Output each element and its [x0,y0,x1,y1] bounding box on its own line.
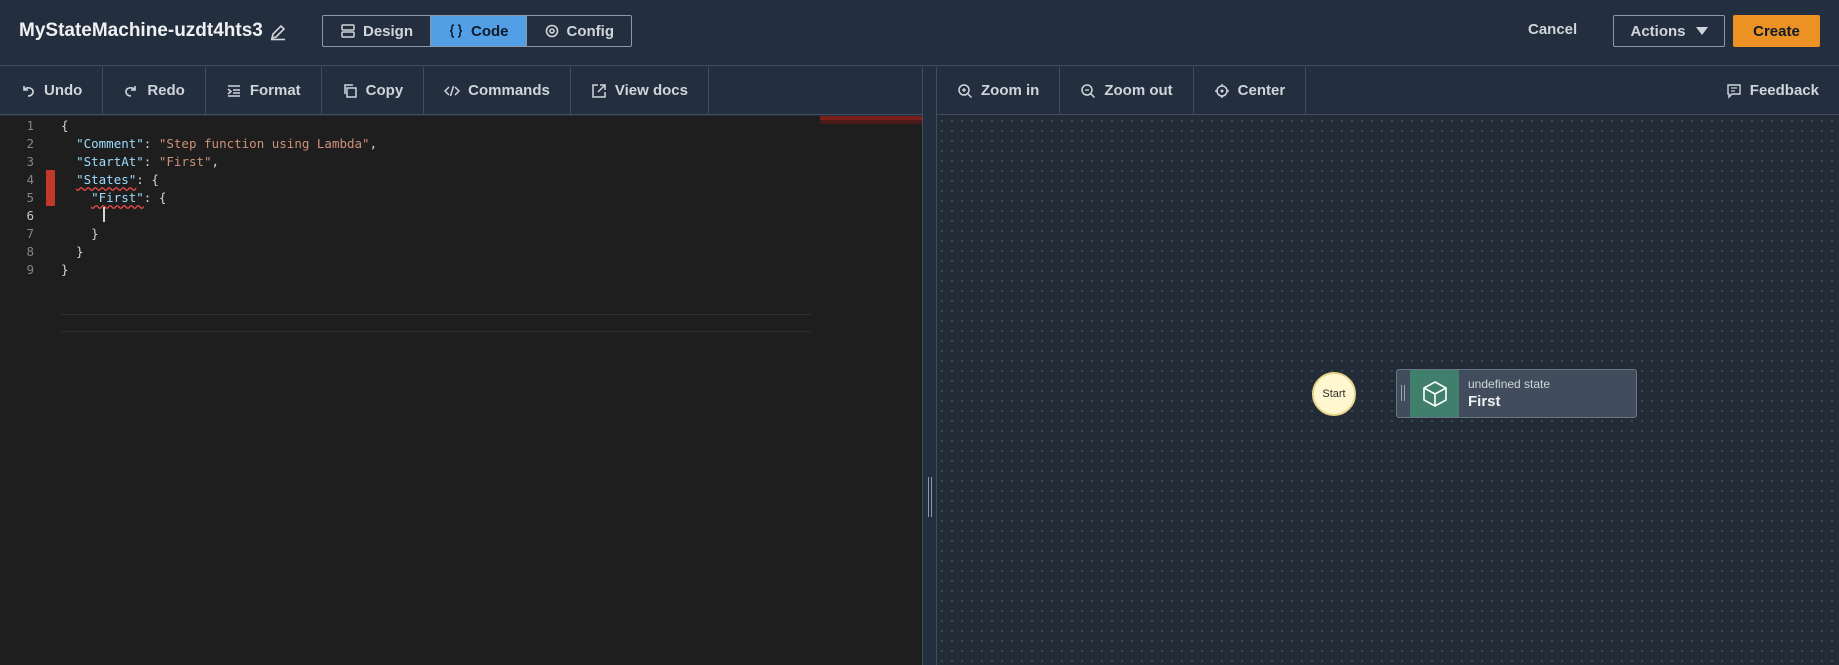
tab-code-label: Code [471,22,509,40]
format-indent-icon [227,84,240,97]
zoom-out-icon [1081,83,1096,98]
zoom-in-icon [958,83,973,98]
drag-handle-icon[interactable] [928,477,932,517]
center-button[interactable]: Center [1194,67,1307,114]
code-editor[interactable]: 1 { 2 "Comment": "Step function using La… [0,116,922,665]
line-number: 3 [26,154,34,169]
code-line: 2 "Comment": "Step function using Lambda… [0,135,922,153]
code-tag-icon [444,85,461,96]
zoom-out-label: Zoom out [1104,82,1173,99]
start-node[interactable]: Start [1312,372,1356,416]
caret-down-icon [1695,27,1708,35]
code-text: } [61,262,69,277]
code-line: 4 "States": { [0,171,922,189]
line-number: 8 [26,244,34,259]
tab-design[interactable]: Design [323,16,432,46]
code-text: } [61,226,99,241]
view-docs-label: View docs [614,82,688,99]
crosshair-icon [1214,83,1229,98]
state-icon-container [1410,370,1459,417]
code-text: "StartAt": "First", [76,154,220,169]
tab-config-label: Config [566,22,614,40]
start-node-label: Start [1322,388,1346,400]
format-button[interactable]: Format [206,67,322,114]
actions-dropdown[interactable]: Actions [1613,15,1725,47]
tab-config[interactable]: Config [527,16,631,46]
line-number: 6 [26,208,34,223]
state-machine-name: MyStateMachine-uzdt4hts3 [19,20,263,41]
tab-code[interactable]: Code [431,16,527,46]
view-mode-toggle: Design Code Config [322,15,632,47]
zoom-out-button[interactable]: Zoom out [1060,67,1194,114]
code-line: 3 "StartAt": "First", [0,153,922,171]
line-number: 9 [26,262,34,277]
line-number: 4 [26,172,34,187]
zoom-in-label: Zoom in [981,82,1040,99]
feedback-button[interactable]: Feedback [1706,67,1839,114]
code-line: 8 } [0,243,922,261]
state-type-label: undefined state [1468,377,1551,391]
gear-icon [545,24,558,38]
feedback-icon [1727,83,1741,99]
code-braces-icon [449,24,463,38]
code-text: } [61,244,84,259]
external-link-icon [592,83,606,98]
state-node-first[interactable]: undefined state First [1396,369,1637,418]
center-label: Center [1237,82,1286,99]
line-number: 1 [26,118,34,133]
undo-icon [23,85,34,97]
copy-icon [343,83,357,98]
editor-toolbar: Undo Redo Format Copy Commands View docs [0,67,922,115]
tab-design-label: Design [363,22,414,40]
code-line: 7 } [0,225,922,243]
line-number: 5 [26,190,34,205]
undo-button[interactable]: Undo [0,67,104,114]
canvas-toolbar: Zoom in Zoom out Center Feedback [937,67,1839,115]
line-number: 2 [26,136,34,151]
actions-label: Actions [1630,22,1686,40]
code-line: 5 "First": { [0,189,922,207]
state-name-label: First [1468,393,1501,410]
cancel-button[interactable]: Cancel [1528,21,1577,38]
code-text: { [61,118,69,133]
code-text: "States": { [76,172,159,187]
copy-label: Copy [365,82,404,99]
current-line-highlight [61,314,811,332]
top-bar: MyStateMachine-uzdt4hts3 Design Code Con… [0,0,1839,66]
split-pane-divider[interactable] [922,67,937,665]
commands-button[interactable]: Commands [424,67,571,114]
code-text: "First": { [91,190,167,205]
redo-button[interactable]: Redo [103,67,206,114]
commands-label: Commands [468,82,550,99]
graph-canvas[interactable]: Start undefined state First [937,116,1839,665]
create-button[interactable]: Create [1733,15,1820,47]
format-label: Format [249,82,301,99]
code-line: 6 [0,207,922,225]
text-cursor [103,207,105,222]
cube-icon [1422,380,1447,407]
copy-button[interactable]: Copy [322,67,425,114]
line-number: 7 [26,226,34,241]
code-text: "Comment": "Step function using Lambda", [76,136,378,151]
undo-label: Undo [44,82,83,99]
drag-handle-icon[interactable] [1401,385,1405,401]
zoom-in-button[interactable]: Zoom in [937,67,1061,114]
design-icon [341,24,355,38]
view-docs-button[interactable]: View docs [571,67,709,114]
redo-icon [125,85,137,97]
code-line: 1 { [0,117,922,135]
feedback-label: Feedback [1749,82,1819,99]
edit-pencil-icon[interactable] [268,22,288,42]
code-line: 9 } [0,261,922,279]
redo-label: Redo [147,82,185,99]
